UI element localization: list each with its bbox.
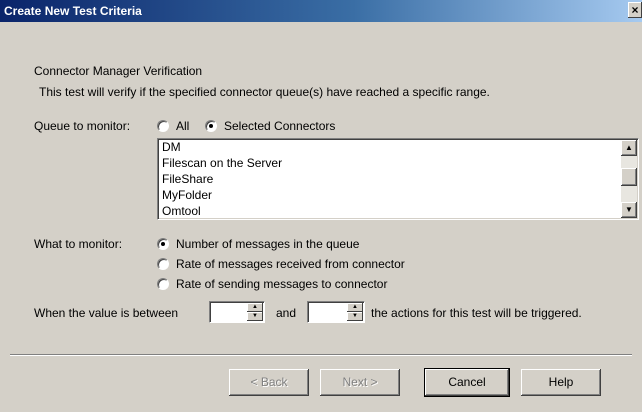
button-separator xyxy=(10,354,632,356)
dialog-window: Create New Test Criteria × Connector Man… xyxy=(0,0,642,412)
scroll-up-button[interactable]: ▲ xyxy=(621,140,637,156)
range-prefix-text: When the value is between xyxy=(34,306,179,320)
radio-rate-received[interactable] xyxy=(157,258,169,270)
scroll-thumb[interactable] xyxy=(621,168,637,186)
connector-list[interactable]: DM Filescan on the Server FileShare MyFo… xyxy=(157,138,639,220)
list-item-myfolder[interactable]: MyFolder xyxy=(162,188,212,202)
queue-to-monitor-label: Queue to monitor: xyxy=(34,119,131,133)
high-value-spin-buttons[interactable]: ▲ ▼ xyxy=(347,303,363,321)
radio-number-of-messages-label: Number of messages in the queue xyxy=(176,237,360,251)
radio-rate-sending-label: Rate of sending messages to connector xyxy=(176,277,388,291)
list-item-filescan[interactable]: Filescan on the Server xyxy=(162,156,282,170)
scroll-down-arrow-icon: ▼ xyxy=(625,205,633,214)
radio-rate-received-label: Rate of messages received from connector xyxy=(176,257,405,271)
title-bar[interactable]: Create New Test Criteria × xyxy=(0,0,642,22)
cancel-button[interactable]: Cancel xyxy=(425,369,509,396)
radio-rate-sending[interactable] xyxy=(157,278,169,290)
high-value-down-arrow-icon[interactable]: ▼ xyxy=(347,312,363,321)
list-item-dm[interactable]: DM xyxy=(162,140,181,154)
radio-number-of-messages[interactable] xyxy=(157,238,169,250)
list-scrollbar[interactable]: ▲ ▼ xyxy=(621,140,637,218)
dialog-title: Create New Test Criteria xyxy=(4,4,142,18)
close-button[interactable]: × xyxy=(628,2,642,18)
scroll-down-button[interactable]: ▼ xyxy=(621,202,637,218)
radio-selected-connectors-label: Selected Connectors xyxy=(224,119,336,133)
section-description: This test will verify if the specified c… xyxy=(39,85,490,99)
low-value-spinner[interactable]: ▲ ▼ xyxy=(209,301,265,323)
radio-selected-connectors[interactable] xyxy=(205,120,217,132)
help-button[interactable]: Help xyxy=(521,369,601,396)
high-value-spinner[interactable]: ▲ ▼ xyxy=(307,301,365,323)
what-to-monitor-label: What to monitor: xyxy=(34,237,123,251)
high-value-up-arrow-icon[interactable]: ▲ xyxy=(347,303,363,312)
section-heading: Connector Manager Verification xyxy=(34,64,203,78)
range-suffix-text: the actions for this test will be trigge… xyxy=(371,306,582,320)
back-button[interactable]: < Back xyxy=(229,369,309,396)
close-icon: × xyxy=(631,3,639,17)
range-and-text: and xyxy=(276,306,297,320)
low-value-down-arrow-icon[interactable]: ▼ xyxy=(247,312,263,321)
radio-all-label: All xyxy=(176,119,190,133)
low-value-spin-buttons[interactable]: ▲ ▼ xyxy=(247,303,263,321)
list-item-fileshare[interactable]: FileShare xyxy=(162,172,213,186)
radio-all[interactable] xyxy=(157,120,169,132)
low-value-up-arrow-icon[interactable]: ▲ xyxy=(247,303,263,312)
list-item-omtool[interactable]: Omtool xyxy=(162,204,201,218)
scroll-up-arrow-icon: ▲ xyxy=(625,143,633,152)
next-button[interactable]: Next > xyxy=(320,369,400,396)
